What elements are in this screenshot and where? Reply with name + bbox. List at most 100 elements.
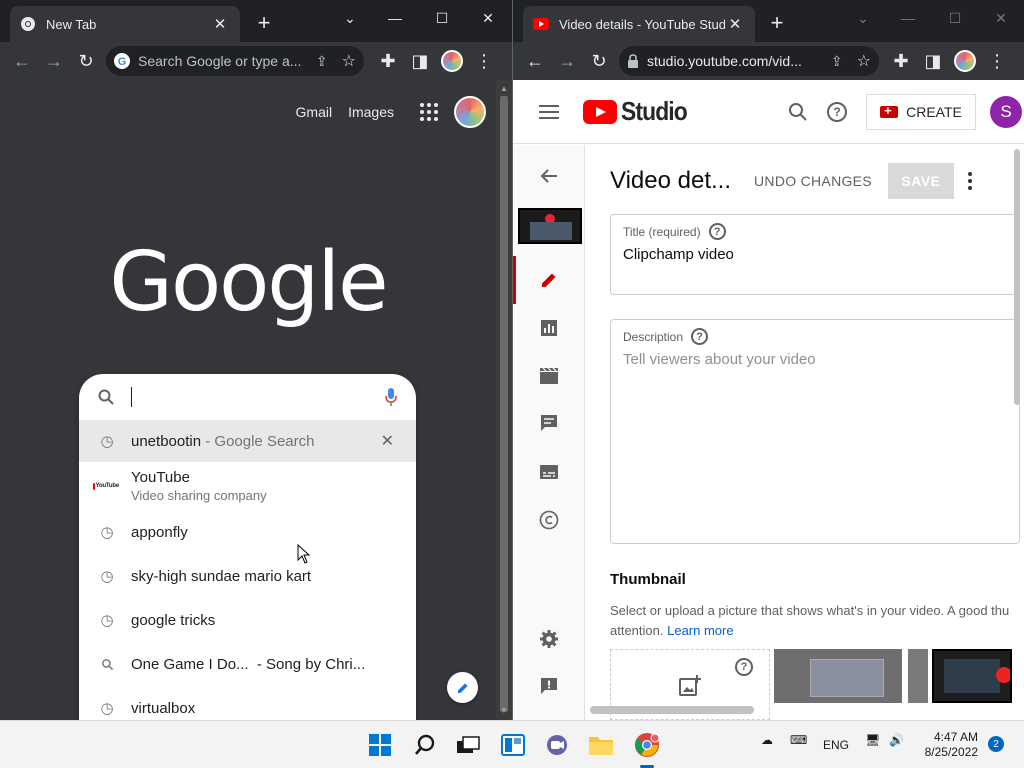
description-field[interactable]: Description? Tell viewers about your vid… bbox=[610, 319, 1020, 544]
sidebar-item-editor[interactable] bbox=[513, 361, 585, 391]
scroll-down-icon[interactable]: ▼ bbox=[500, 706, 508, 715]
taskbar-search-icon[interactable] bbox=[411, 731, 439, 759]
omnibox[interactable]: studio.youtube.com/vid... ⇪ ☆ bbox=[619, 46, 879, 76]
help-icon[interactable]: ? bbox=[827, 102, 847, 122]
auto-thumbnail-option[interactable] bbox=[908, 649, 928, 703]
notification-badge[interactable]: 2 bbox=[988, 736, 1004, 752]
vertical-scrollbar[interactable] bbox=[1014, 149, 1020, 405]
suggestion-item[interactable]: One Game I Do... - Song by Chri... bbox=[79, 642, 416, 686]
back-icon[interactable]: ← bbox=[6, 45, 38, 77]
help-icon[interactable]: ? bbox=[691, 328, 709, 345]
file-explorer-icon[interactable] bbox=[587, 731, 615, 759]
auto-thumbnail-option[interactable] bbox=[774, 649, 902, 703]
back-icon[interactable]: ← bbox=[519, 45, 551, 77]
close-tab-icon[interactable]: ✕ bbox=[725, 14, 745, 34]
suggestion-text: virtualbox bbox=[131, 699, 196, 717]
profile-avatar[interactable] bbox=[949, 45, 981, 77]
help-icon[interactable]: ? bbox=[708, 223, 726, 240]
sidebar-item-settings[interactable] bbox=[513, 624, 585, 654]
horizontal-scrollbar[interactable] bbox=[590, 706, 754, 714]
sidebar-item-copyright[interactable] bbox=[513, 505, 585, 535]
sidebar-item-details[interactable] bbox=[513, 256, 585, 304]
sidebar-item-comments[interactable] bbox=[513, 408, 585, 438]
reload-icon[interactable]: ↻ bbox=[70, 45, 102, 77]
suggestion-item[interactable]: ◷ sky-high sundae mario kart bbox=[79, 554, 416, 598]
forward-icon[interactable]: → bbox=[551, 45, 583, 77]
sidebar-item-subtitles[interactable] bbox=[513, 457, 585, 487]
input-language[interactable]: ENG bbox=[823, 738, 849, 752]
windows-start-icon[interactable] bbox=[366, 731, 394, 759]
new-tab-button[interactable]: + bbox=[252, 12, 276, 36]
volume-icon[interactable]: 🔊 bbox=[889, 733, 904, 747]
tab-video-details[interactable]: Video details - YouTube Studio ✕ bbox=[523, 6, 755, 42]
page-scrollbar[interactable]: ▲ ▼ bbox=[496, 80, 512, 720]
remove-suggestion-icon[interactable]: ✕ bbox=[381, 431, 394, 451]
chrome-menu-icon[interactable]: ⋮ bbox=[981, 45, 1013, 77]
teams-chat-icon[interactable] bbox=[543, 731, 571, 759]
help-icon[interactable]: ? bbox=[735, 658, 753, 676]
widgets-icon[interactable] bbox=[499, 731, 527, 759]
suggestion-item[interactable]: ◷ google tricks bbox=[79, 598, 416, 642]
side-panel-icon[interactable]: ◨ bbox=[917, 45, 949, 77]
reload-icon[interactable]: ↻ bbox=[583, 45, 615, 77]
account-avatar[interactable] bbox=[454, 96, 486, 128]
suggestion-item[interactable]: ◷ unetbootin - Google Search ✕ bbox=[79, 420, 416, 462]
create-button[interactable]: CREATE bbox=[866, 94, 976, 130]
maximize-button[interactable]: ☐ bbox=[422, 6, 462, 30]
profile-avatar[interactable] bbox=[436, 45, 468, 77]
system-clock[interactable]: 4:47 AM 8/25/2022 bbox=[918, 730, 978, 760]
channel-avatar[interactable]: S bbox=[990, 96, 1022, 128]
history-icon: ◷ bbox=[100, 612, 114, 629]
suggestion-item[interactable]: ◷ virtualbox bbox=[79, 686, 416, 720]
video-thumbnail-mini[interactable] bbox=[518, 208, 582, 244]
sidebar-item-analytics[interactable] bbox=[513, 313, 585, 343]
chrome-menu-icon[interactable]: ⋮ bbox=[468, 45, 500, 77]
microphone-icon[interactable] bbox=[384, 387, 398, 407]
tab-search-icon[interactable]: ⌄ bbox=[330, 6, 370, 30]
back-arrow-icon[interactable] bbox=[513, 161, 585, 191]
undo-changes-button[interactable]: UNDO CHANGES bbox=[754, 173, 872, 189]
title-field[interactable]: Title (required)? Clipchamp video bbox=[610, 214, 1020, 295]
search-icon[interactable] bbox=[788, 102, 808, 122]
share-icon[interactable]: ⇪ bbox=[831, 53, 843, 70]
minimize-button[interactable]: — bbox=[375, 6, 415, 30]
auto-thumbnail-option[interactable] bbox=[932, 649, 1012, 703]
minimize-button[interactable]: — bbox=[888, 6, 928, 30]
scrollbar-thumb[interactable] bbox=[500, 96, 508, 712]
tab-new-tab[interactable]: New Tab ✕ bbox=[10, 6, 240, 42]
gmail-link[interactable]: Gmail bbox=[296, 104, 333, 120]
more-options-icon[interactable] bbox=[967, 172, 972, 190]
bookmark-star-icon[interactable]: ☆ bbox=[342, 51, 356, 71]
search-input[interactable] bbox=[79, 374, 416, 420]
extensions-icon[interactable]: ✚ bbox=[885, 45, 917, 77]
suggestion-item[interactable]: YouTube YouTube Video sharing company bbox=[79, 462, 416, 510]
keyboard-icon[interactable]: ⌨ bbox=[790, 733, 807, 747]
forward-icon[interactable]: → bbox=[38, 45, 70, 77]
extensions-icon[interactable]: ✚ bbox=[372, 45, 404, 77]
close-window-button[interactable]: ✕ bbox=[468, 6, 508, 30]
customize-pencil-button[interactable] bbox=[447, 672, 478, 703]
onedrive-offline-icon[interactable]: ☁ bbox=[761, 733, 773, 747]
suggestion-item[interactable]: ◷ apponfly bbox=[79, 510, 416, 554]
sidebar-item-feedback[interactable] bbox=[513, 671, 585, 701]
network-icon[interactable]: 🖥 bbox=[865, 733, 880, 747]
new-tab-button[interactable]: + bbox=[765, 12, 789, 36]
maximize-button[interactable]: ☐ bbox=[935, 6, 975, 30]
close-window-button[interactable]: ✕ bbox=[981, 6, 1021, 30]
studio-logo[interactable]: Studio bbox=[583, 96, 696, 127]
images-link[interactable]: Images bbox=[348, 104, 394, 120]
learn-more-link[interactable]: Learn more bbox=[667, 623, 733, 638]
scroll-up-icon[interactable]: ▲ bbox=[500, 84, 508, 93]
mouse-cursor-icon bbox=[297, 544, 311, 564]
save-button[interactable]: SAVE bbox=[887, 163, 954, 199]
omnibox[interactable]: G Search Google or type a... ⇪ ☆ bbox=[106, 46, 364, 76]
chrome-taskbar-icon[interactable] bbox=[633, 731, 661, 759]
side-panel-icon[interactable]: ◨ bbox=[404, 45, 436, 77]
bookmark-star-icon[interactable]: ☆ bbox=[857, 51, 871, 71]
share-icon[interactable]: ⇪ bbox=[316, 53, 328, 70]
close-tab-icon[interactable]: ✕ bbox=[210, 14, 230, 34]
google-apps-icon[interactable] bbox=[420, 103, 438, 121]
tab-search-icon[interactable]: ⌄ bbox=[843, 6, 883, 30]
hamburger-menu-icon[interactable] bbox=[539, 104, 559, 119]
task-view-icon[interactable] bbox=[454, 731, 482, 759]
